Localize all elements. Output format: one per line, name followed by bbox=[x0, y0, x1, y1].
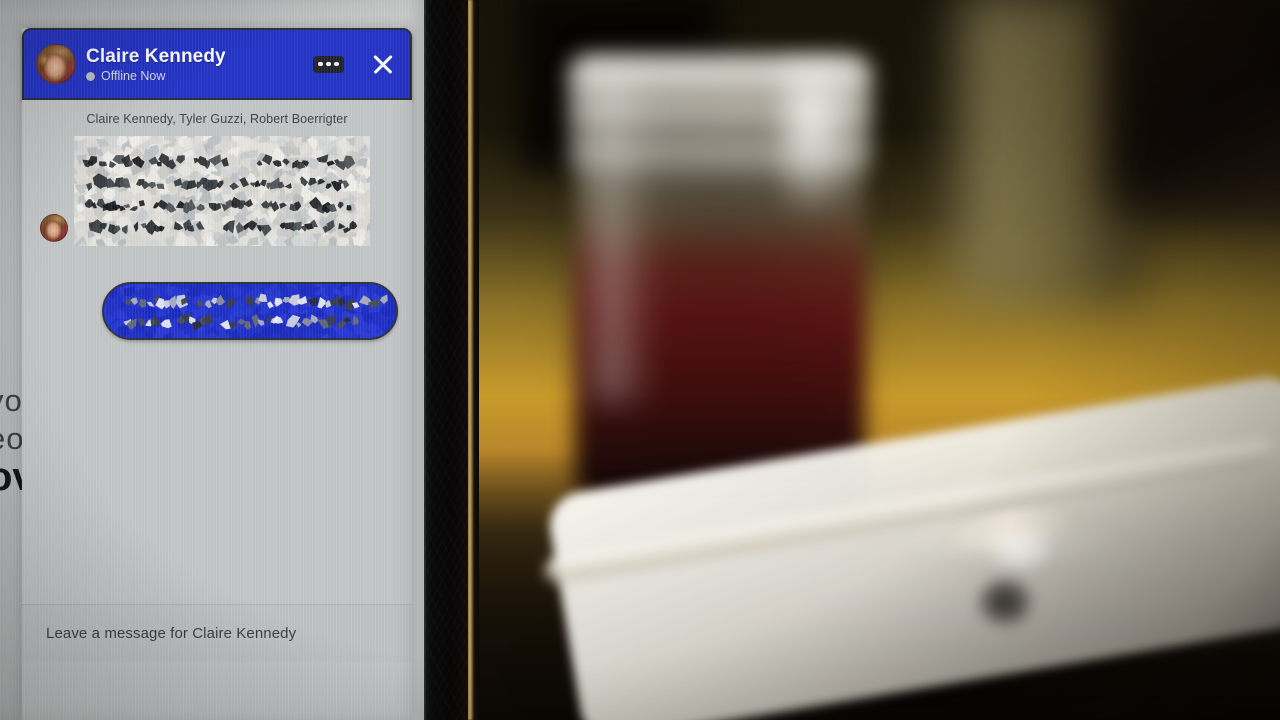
status-dot-icon bbox=[86, 71, 95, 81]
phone-gloss bbox=[985, 528, 1055, 572]
jar-highlight-right bbox=[780, 62, 860, 212]
chat-window: Claire Kennedy Offline Now Claire Kenned… bbox=[22, 28, 412, 720]
wall-dark-panel bbox=[1110, 0, 1280, 210]
message-input-placeholder[interactable]: Leave a message for Claire Kennedy bbox=[46, 625, 296, 642]
contact-avatar[interactable] bbox=[36, 44, 76, 84]
participants-label: Claire Kennedy, Tyler Guzzi, Robert Boer… bbox=[86, 112, 348, 126]
contact-status: Offline Now bbox=[86, 68, 313, 83]
message-list[interactable]: Claire Kennedy, Tyler Guzzi, Robert Boer… bbox=[22, 100, 412, 662]
more-dot bbox=[326, 61, 331, 67]
redacted-content-incoming bbox=[74, 136, 370, 246]
redacted-content-outgoing bbox=[104, 284, 396, 338]
status-label: Offline Now bbox=[101, 68, 166, 83]
contact-name: Claire Kennedy bbox=[86, 45, 226, 67]
jar-highlight-left bbox=[595, 72, 655, 402]
more-horizontal-icon[interactable] bbox=[313, 55, 344, 73]
more-dot bbox=[334, 61, 339, 67]
more-dot bbox=[318, 61, 323, 67]
phone-logo-icon bbox=[978, 578, 1032, 626]
message-bubble-outgoing[interactable] bbox=[102, 282, 398, 340]
message-row-incoming bbox=[22, 136, 412, 246]
close-icon[interactable] bbox=[370, 51, 396, 77]
monitor-screen: vou eo ov Claire Kennedy Offline Now bbox=[0, 0, 424, 720]
chat-header: Claire Kennedy Offline Now bbox=[22, 28, 412, 100]
photo-scene: vou eo ov Claire Kennedy Offline Now bbox=[0, 0, 1280, 720]
chat-header-actions bbox=[313, 51, 396, 77]
message-composer[interactable]: Leave a message for Claire Kennedy bbox=[22, 604, 412, 662]
monitor-bezel-texture bbox=[424, 0, 468, 720]
chat-header-text: Claire Kennedy Offline Now bbox=[86, 46, 313, 83]
background-text-fragment-2: eo bbox=[0, 421, 25, 456]
message-sender-avatar[interactable] bbox=[40, 214, 68, 242]
message-bubble-incoming[interactable] bbox=[74, 136, 370, 246]
